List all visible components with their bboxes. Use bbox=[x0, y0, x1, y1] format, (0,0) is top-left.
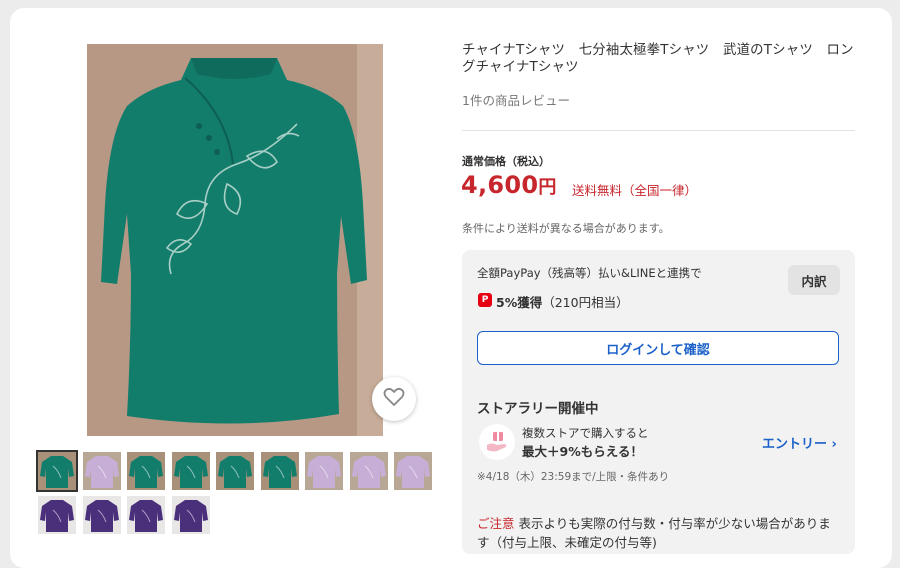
thumbnail-9[interactable] bbox=[394, 452, 432, 490]
review-count-link[interactable]: 1件の商品レビュー bbox=[462, 90, 570, 109]
thumbnail-2[interactable] bbox=[82, 452, 121, 490]
price-amount: 4,600 bbox=[461, 171, 539, 199]
chevron-right-icon: › bbox=[831, 437, 837, 452]
thumbnail-12[interactable] bbox=[127, 496, 165, 534]
shipping-note: 条件により送料が異なる場合があります。 bbox=[462, 222, 670, 235]
favorite-button[interactable] bbox=[372, 377, 416, 421]
heart-outline-icon bbox=[383, 387, 405, 411]
login-confirm-button[interactable]: ログインして確認 bbox=[477, 331, 839, 365]
thumbnail-6[interactable] bbox=[260, 452, 299, 490]
thumbnail-1[interactable] bbox=[36, 450, 78, 492]
divider bbox=[462, 130, 855, 131]
rally-note: ※4/18（木）23:59まで/上限・条件あり bbox=[477, 471, 670, 483]
reward-equivalent: （210円相当） bbox=[542, 295, 629, 310]
price-label: 通常価格（税込） bbox=[462, 155, 550, 168]
thumbnail-3[interactable] bbox=[127, 452, 165, 490]
point-reward: 5%獲得（210円相当） bbox=[496, 292, 629, 311]
rally-description: 複数ストアで購入すると bbox=[522, 426, 649, 440]
store-rally-title: ストアラリー開催中 bbox=[477, 401, 599, 417]
reward-rate: 5%獲得 bbox=[496, 295, 543, 310]
breakdown-button[interactable]: 内訳 bbox=[788, 265, 840, 295]
thumbnail-11[interactable] bbox=[82, 496, 121, 534]
product-main-image[interactable] bbox=[87, 44, 383, 436]
product-title: チャイナTシャツ 七分袖太極拳Tシャツ 武道のTシャツ ロングチャイナTシャツ bbox=[462, 43, 854, 75]
rally-max-bonus: 最大＋9%もらえる！ bbox=[522, 444, 643, 459]
thumbnail-5[interactable] bbox=[216, 452, 254, 490]
paypay-icon: P bbox=[478, 293, 492, 307]
caution-notice: ご注意 表示よりも実際の付与数・付与率が少ない場合があります（付与上限、未確定の… bbox=[477, 514, 837, 552]
thumbnail-4[interactable] bbox=[171, 452, 210, 490]
price: 4,600円 bbox=[461, 171, 556, 199]
caution-text: 表示よりも実際の付与数・付与率が少ない場合があります（付与上限、未確定の付与等) bbox=[477, 516, 831, 550]
shipping-info: 送料無料（全国一律） bbox=[572, 183, 698, 198]
thumbnail-7[interactable] bbox=[305, 452, 343, 490]
thumbnail-10[interactable] bbox=[38, 496, 76, 534]
price-currency: 円 bbox=[538, 177, 557, 198]
thumbnail-13[interactable] bbox=[171, 496, 210, 534]
caution-label: ご注意 bbox=[477, 516, 515, 531]
entry-label: エントリー bbox=[762, 437, 828, 452]
paypay-condition: 全額PayPay（残高等）払い&LINEと連携で bbox=[477, 266, 702, 280]
thumbnail-8[interactable] bbox=[349, 452, 388, 490]
entry-link[interactable]: エントリー › bbox=[762, 433, 837, 452]
hand-gift-icon bbox=[479, 424, 515, 460]
